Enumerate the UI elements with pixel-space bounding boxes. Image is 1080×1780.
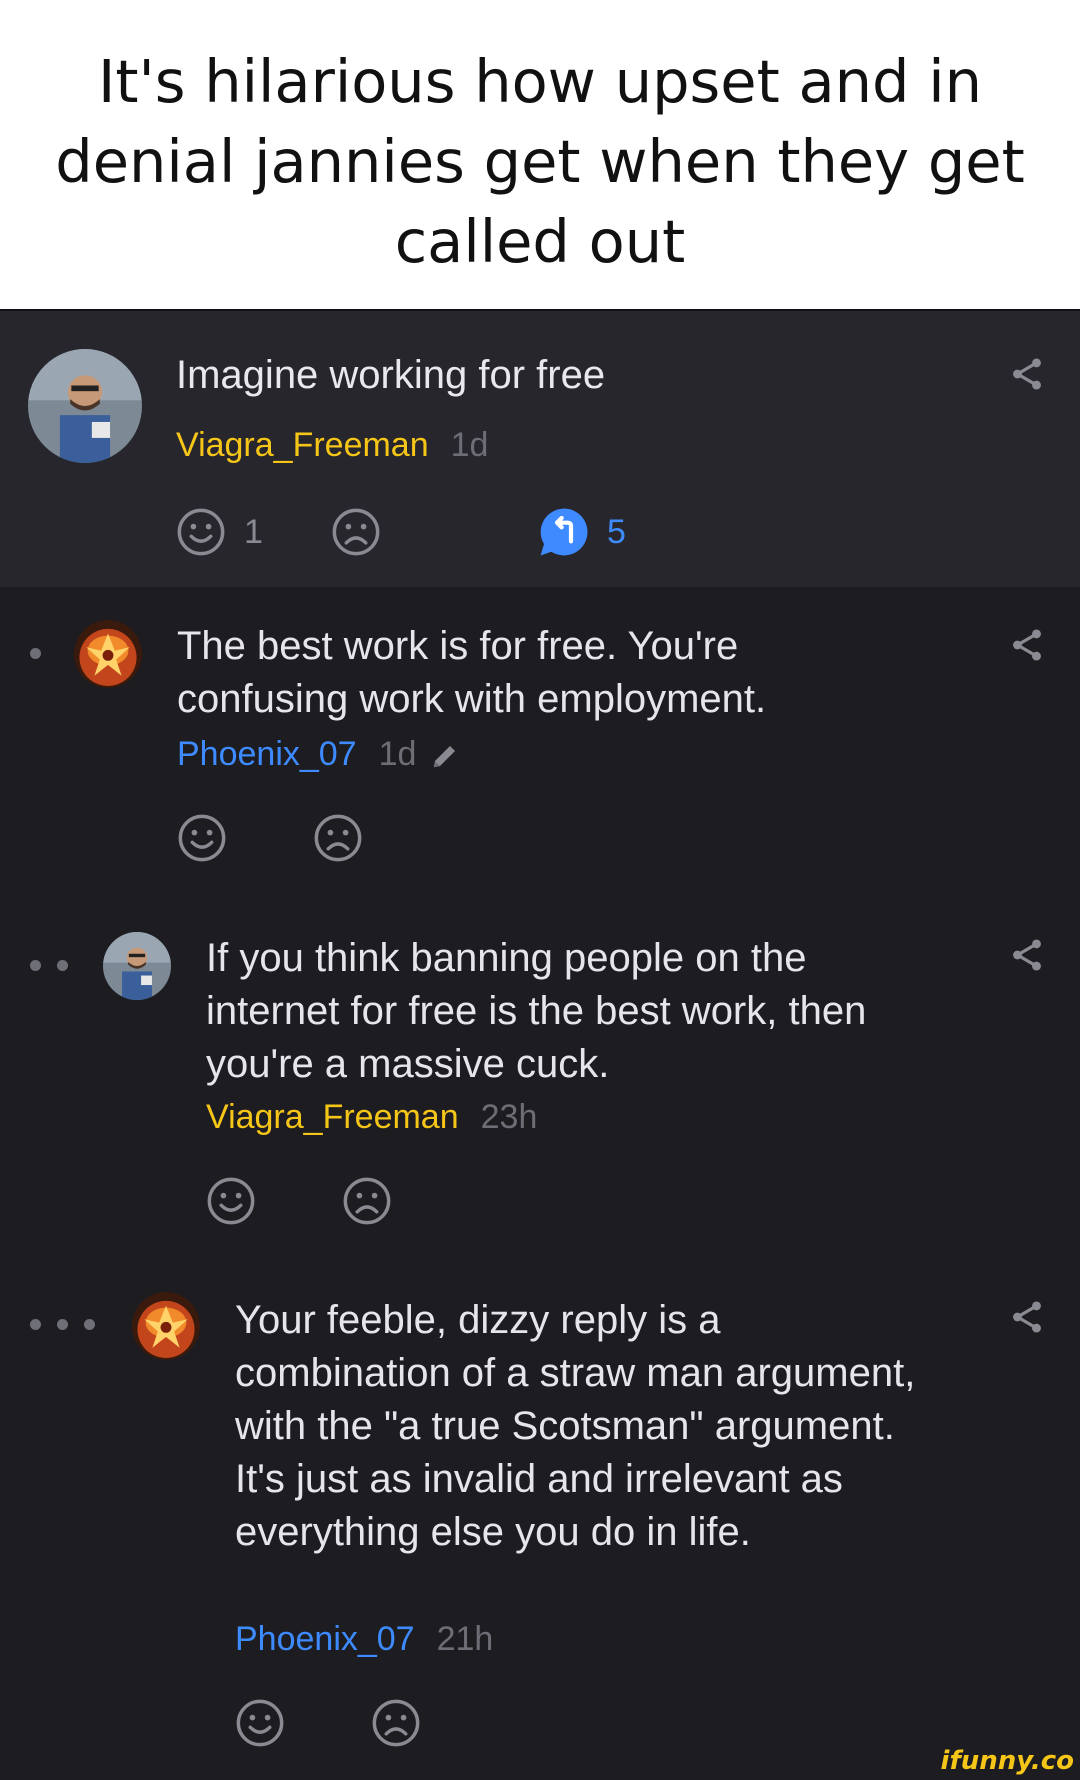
frown-icon[interactable] <box>341 1175 393 1227</box>
smile-icon[interactable] <box>205 1175 257 1227</box>
avatar[interactable] <box>28 349 142 463</box>
thread-depth-indicator <box>30 1319 95 1330</box>
comment-text: The best work is for free. You're confus… <box>177 624 767 721</box>
depth-dot <box>57 1319 68 1330</box>
avatar[interactable] <box>103 932 171 1000</box>
depth-dot <box>57 960 68 971</box>
smile-icon[interactable] <box>176 812 228 864</box>
frown-icon[interactable] <box>312 812 364 864</box>
share-icon[interactable] <box>1008 1298 1046 1336</box>
thread-depth-indicator <box>30 648 41 659</box>
timestamp: 23h <box>480 1098 538 1136</box>
reply-count: 5 <box>607 513 626 551</box>
frown-icon[interactable] <box>330 506 382 558</box>
comment-text: Your feeble, dizzy reply is a combinatio… <box>235 1298 916 1554</box>
meme-caption: It's hilarious how upset and in denial j… <box>0 0 1080 309</box>
post-title: Imagine working for free <box>176 353 606 397</box>
avatar[interactable] <box>132 1292 200 1360</box>
avatar[interactable] <box>74 620 142 688</box>
smile-icon[interactable] <box>175 506 227 558</box>
watermark: ifunny.co <box>940 1746 1074 1776</box>
username[interactable]: Phoenix_07 <box>177 735 357 773</box>
username[interactable]: Phoenix_07 <box>235 1620 415 1658</box>
reply-icon[interactable] <box>536 504 592 560</box>
thread-depth-indicator <box>30 960 68 971</box>
share-icon[interactable] <box>1008 626 1046 664</box>
depth-dot <box>30 648 41 659</box>
depth-dot <box>30 960 41 971</box>
username[interactable]: Viagra_Freeman <box>176 426 429 464</box>
pencil-icon <box>434 746 456 768</box>
smile-count: 1 <box>244 513 263 551</box>
depth-dot <box>30 1319 41 1330</box>
frown-icon[interactable] <box>370 1697 422 1749</box>
comment-meta: Phoenix_07 1d <box>177 735 460 774</box>
timestamp: 1d <box>450 426 489 464</box>
timestamp: 1d <box>378 735 417 773</box>
comment-meta: Viagra_Freeman 23h <box>206 1098 537 1137</box>
depth-dot <box>84 1319 95 1330</box>
comment-text: If you think banning people on the inter… <box>206 936 867 1086</box>
share-icon[interactable] <box>1008 936 1046 974</box>
original-post: Imagine working for free Viagra_Freeman 1… <box>0 309 1080 587</box>
username[interactable]: Viagra_Freeman <box>206 1098 459 1136</box>
smile-icon[interactable] <box>234 1697 286 1749</box>
share-icon[interactable] <box>1008 355 1046 393</box>
post-meta: Viagra_Freeman 1d <box>176 426 488 465</box>
comment-meta: Phoenix_07 21h <box>235 1620 493 1659</box>
timestamp: 21h <box>436 1620 494 1658</box>
